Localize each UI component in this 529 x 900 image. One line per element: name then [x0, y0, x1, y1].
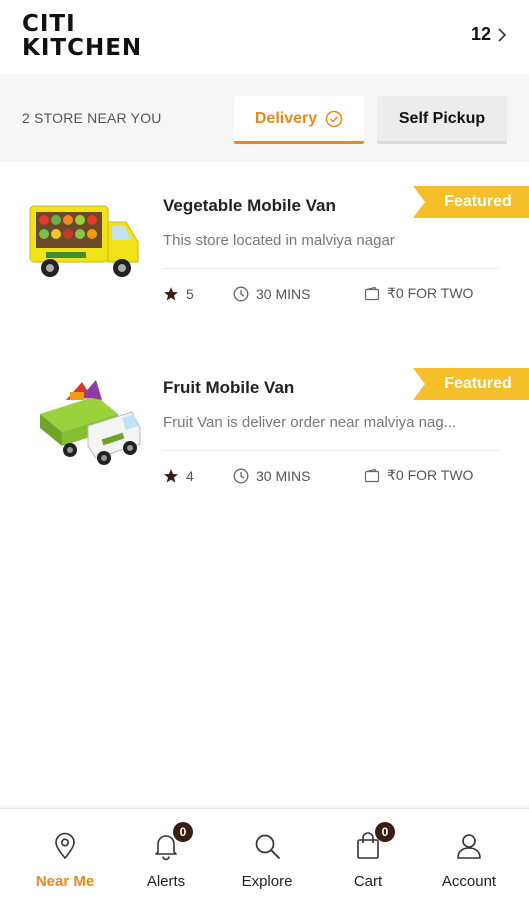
tab-self-pickup[interactable]: Self Pickup — [377, 96, 507, 144]
vegetable-van-image — [29, 205, 139, 277]
header-right-link[interactable]: 12 — [471, 24, 507, 45]
nav-cart[interactable]: 0 Cart — [318, 809, 418, 900]
cart-count-badge: 0 — [375, 822, 395, 842]
store-description: Fruit Van is deliver order near malviya … — [163, 414, 457, 431]
store-rating-value: 5 — [186, 285, 194, 302]
search-icon — [250, 829, 284, 863]
store-divider — [163, 450, 500, 451]
chevron-right-icon — [498, 27, 507, 42]
store-price-value: ₹0 FOR TWO — [387, 285, 474, 301]
logo-line-1: CITI — [22, 11, 76, 37]
store-price-value: ₹0 FOR TWO — [387, 467, 474, 483]
store-time-value: 30 MINS — [256, 285, 311, 302]
store-card[interactable]: Vegetable Mobile Van This store located … — [0, 180, 529, 320]
check-circle-icon — [325, 110, 343, 127]
store-time-value: 30 MINS — [256, 467, 311, 484]
store-delivery-time: 30 MINS — [233, 468, 364, 484]
star-icon — [164, 468, 178, 482]
nav-label: Cart — [353, 873, 383, 890]
store-name: Vegetable Mobile Van — [163, 196, 336, 215]
app-header: CITI KITCHEN 12 — [0, 0, 529, 74]
tab-self-pickup-label: Self Pickup — [398, 109, 486, 127]
bottom-navigation: Near Me 0 Alerts Explore 0 Cart Account — [0, 808, 529, 900]
store-rating: 5 — [163, 286, 233, 302]
nav-alerts[interactable]: 0 Alerts — [116, 809, 216, 900]
wallet-icon — [364, 468, 380, 482]
clock-icon — [233, 468, 249, 483]
wallet-icon — [364, 286, 380, 300]
star-icon — [164, 286, 178, 300]
location-pin-icon — [48, 829, 82, 863]
nav-account[interactable]: Account — [419, 809, 519, 900]
fruit-van-image — [40, 380, 141, 465]
store-rating-value: 4 — [186, 467, 194, 484]
logo-line-2: KITCHEN — [22, 35, 143, 61]
store-count-label: 2 STORE NEAR YOU — [22, 110, 162, 126]
header-right-text: 12 — [470, 24, 491, 44]
store-description: This store located in malviya nagar — [163, 232, 395, 249]
nav-near-me[interactable]: Near Me — [15, 809, 115, 900]
nav-label: Near Me — [35, 873, 95, 890]
clock-icon — [233, 286, 249, 301]
nav-label: Explore — [241, 873, 293, 890]
store-divider — [163, 268, 500, 269]
store-price: ₹0 FOR TWO — [364, 467, 473, 484]
featured-badge: Featured — [413, 368, 529, 400]
store-meta: 5 30 MINS ₹0 FOR TWO — [163, 285, 473, 302]
store-name: Fruit Mobile Van — [163, 378, 295, 397]
nav-label: Alerts — [146, 873, 186, 890]
nav-label: Account — [441, 873, 497, 890]
citi-kitchen-logo[interactable]: CITI KITCHEN — [22, 12, 152, 60]
filter-bar: 2 STORE NEAR YOU Delivery Self Pickup — [0, 74, 529, 162]
store-card[interactable]: Fruit Mobile Van Fruit Van is deliver or… — [0, 362, 529, 502]
store-price: ₹0 FOR TWO — [364, 285, 473, 302]
alerts-count-badge: 0 — [173, 822, 193, 842]
bell-icon: 0 — [149, 822, 193, 863]
featured-badge: Featured — [413, 186, 529, 218]
nav-explore[interactable]: Explore — [217, 809, 317, 900]
store-rating: 4 — [163, 468, 233, 484]
user-icon — [452, 829, 486, 863]
tab-delivery-label: Delivery — [254, 109, 318, 127]
store-delivery-time: 30 MINS — [233, 286, 364, 302]
store-meta: 4 30 MINS ₹0 FOR TWO — [163, 467, 473, 484]
shopping-bag-icon: 0 — [351, 822, 395, 863]
tab-delivery[interactable]: Delivery — [234, 96, 364, 144]
